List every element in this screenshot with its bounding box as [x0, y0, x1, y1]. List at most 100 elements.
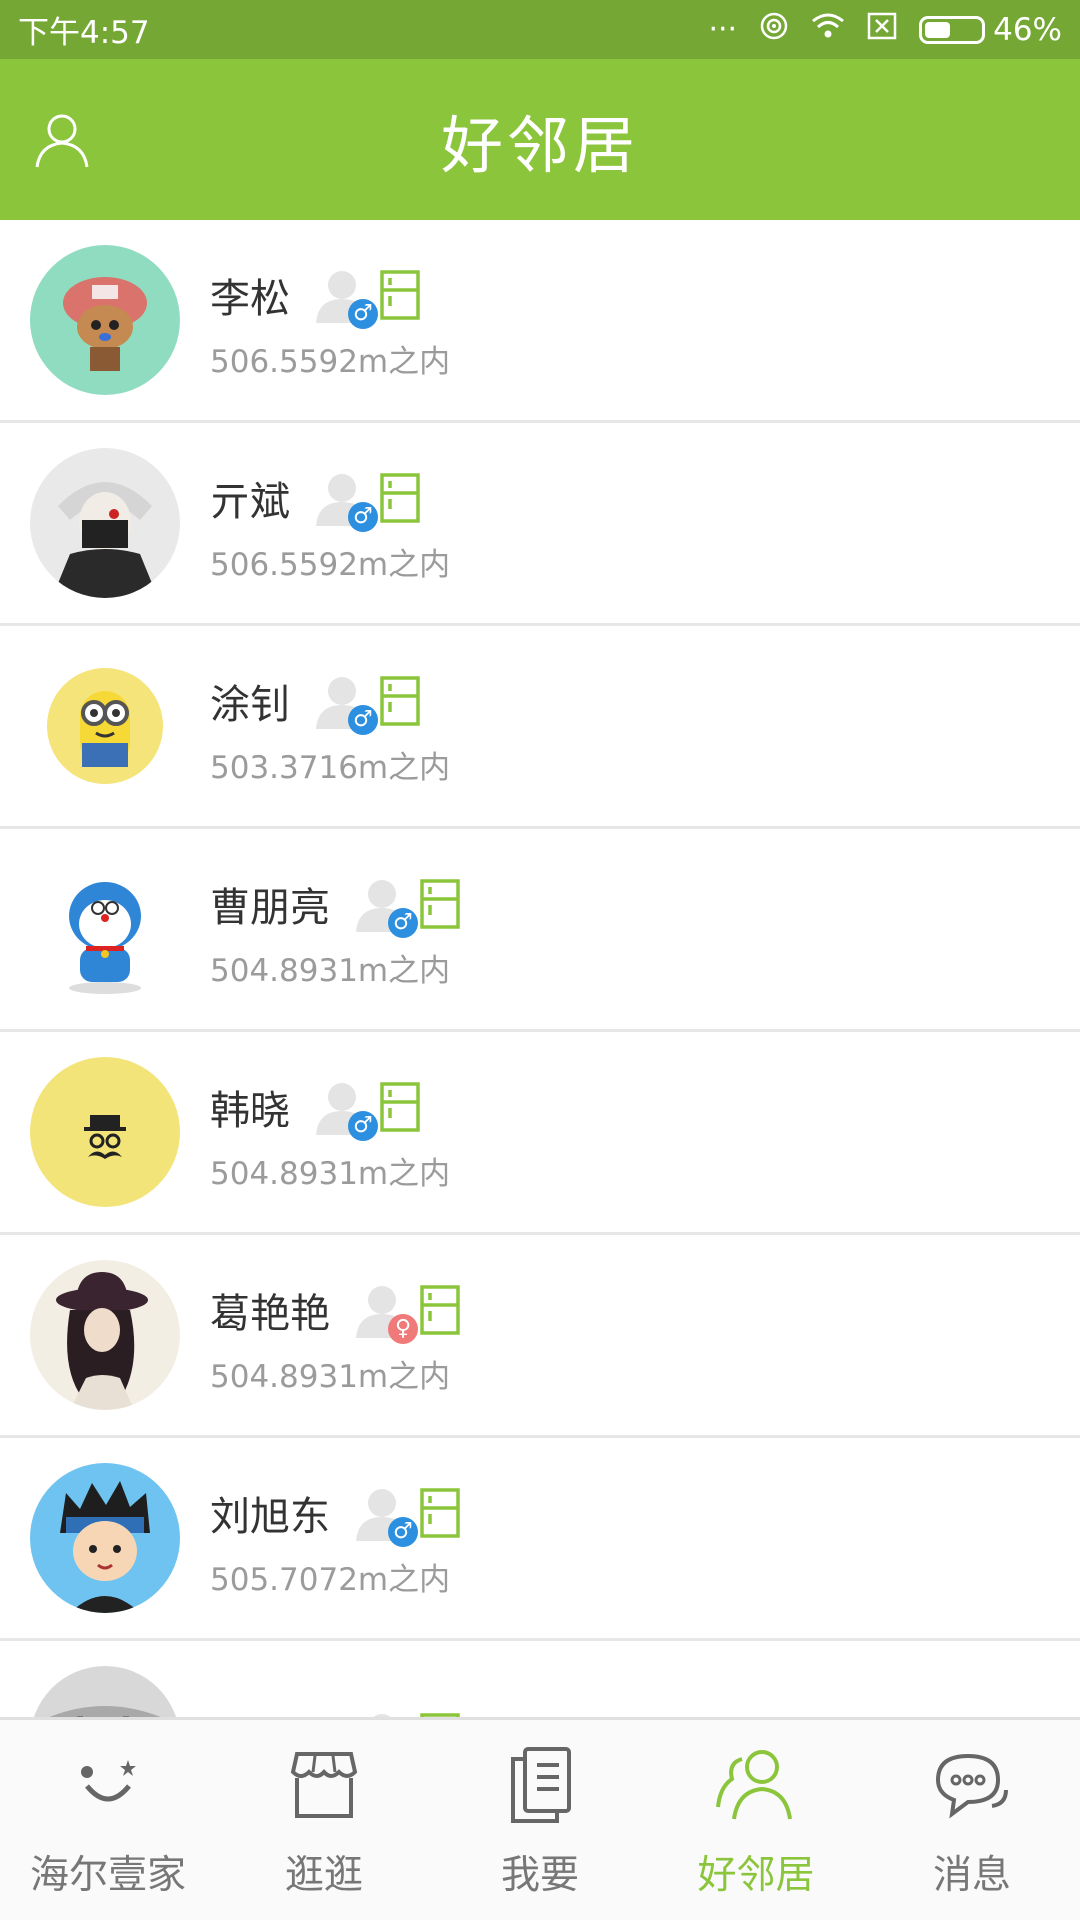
tab-haier-home[interactable]: 海尔壹家 [0, 1720, 216, 1920]
user-icon: ♂ [314, 1079, 378, 1141]
neighbor-info: 曹朋亮 ♂ 504.8931m之内 [210, 869, 460, 990]
tab-neighbors[interactable]: 好邻居 [648, 1720, 864, 1920]
neighbor-distance: 506.5592m之内 [210, 546, 451, 583]
neighbor-distance: 506.5592m之内 [210, 343, 451, 380]
tab-label: 逛逛 [284, 1853, 363, 1898]
avatar [30, 448, 180, 598]
neighbor-distance: 504.8931m之内 [210, 1155, 451, 1192]
battery-fill [925, 21, 950, 38]
name-line: 韩晓 ♂ [210, 1072, 450, 1142]
name-line: 亓斌 ♂ [210, 463, 450, 533]
fridge-icon [380, 269, 420, 320]
neighbor-name: 韩晓 [210, 1087, 290, 1134]
user-icon: ♂ [354, 1710, 410, 1717]
neighbor-name: 葛艳艳 [210, 1290, 330, 1337]
neighbor-row[interactable]: 凌日新 ♂ [0, 1641, 1080, 1717]
neighbor-info: 涂钊 ♂ 503.3716m之内 [210, 666, 450, 787]
no-sim-icon [867, 12, 897, 48]
tab-label: 好邻居 [697, 1853, 815, 1898]
avatar [30, 245, 180, 395]
fridge-icon [420, 1487, 460, 1538]
name-line: 刘旭东 ♂ [210, 1478, 460, 1548]
fridge-icon [380, 1081, 420, 1132]
status-icons: ··· 46% [708, 11, 1062, 49]
user-icon: ♂ [314, 673, 378, 735]
tab-request[interactable]: 我要 [432, 1720, 648, 1920]
battery-indicator: 46% [919, 12, 1062, 48]
tab-label: 我要 [500, 1853, 579, 1898]
battery-icon [919, 15, 986, 44]
neighbor-row[interactable]: 刘旭东 ♂ 505.7072m之内 [0, 1438, 1080, 1641]
neighbor-distance: 504.8931m之内 [210, 1358, 451, 1395]
profile-button[interactable] [22, 99, 102, 179]
wifi-icon [811, 12, 845, 48]
neighbor-name: 刘旭东 [210, 1493, 330, 1540]
neighbor-name: 李松 [210, 275, 290, 322]
app-header: 好邻居 [0, 59, 1080, 220]
status-time: 下午4:57 [18, 15, 150, 51]
document-icon [495, 1740, 585, 1830]
gender-icon: ♀ [388, 1313, 418, 1344]
neighbor-distance: 505.7072m之内 [210, 1561, 451, 1598]
avatar [30, 1057, 180, 1207]
neighbor-row[interactable]: 韩晓 ♂ 504.8931m之内 [0, 1032, 1080, 1235]
avatar [30, 854, 180, 1004]
hotspot-icon [759, 11, 789, 49]
neighbor-info: 凌日新 ♂ [210, 1703, 460, 1717]
name-line: 凌日新 ♂ [210, 1703, 460, 1717]
gender-icon: ♂ [388, 907, 418, 938]
avatar [30, 1463, 180, 1613]
gender-icon: ♂ [348, 1110, 378, 1141]
battery-percent: 46% [993, 11, 1062, 48]
tab-browse[interactable]: 逛逛 [216, 1720, 432, 1920]
neighbor-name: 亓斌 [210, 478, 290, 525]
user-icon: ♂ [314, 267, 378, 329]
gender-icon: ♂ [388, 1516, 418, 1547]
neighbor-row[interactable]: 葛艳艳 ♀ 504.8931m之内 [0, 1235, 1080, 1438]
name-line: 葛艳艳 ♀ [210, 1275, 460, 1345]
name-line: 曹朋亮 ♂ [210, 869, 460, 939]
page-title: 好邻居 [440, 108, 639, 182]
user-icon: ♂ [354, 1485, 418, 1547]
name-line: 李松 ♂ [210, 260, 450, 330]
bottom-nav: 海尔壹家 逛逛 我要 好邻居 消息 [0, 1717, 1080, 1920]
neighbor-distance: 503.3716m之内 [210, 749, 451, 786]
neighbor-name: 曹朋亮 [210, 884, 330, 931]
avatar [30, 1666, 180, 1717]
user-icon: ♀ [354, 1282, 418, 1344]
user-icon: ♂ [354, 876, 418, 938]
neighbor-list: 李松 ♂ 506.5592m之内 亓斌 ♂ 506.5592m之内 涂钊 ♂ 503.3716m… [0, 220, 1080, 1717]
gender-icon: ♂ [348, 501, 378, 532]
avatar [30, 1260, 180, 1410]
status-bar: 下午4:57 ··· 46% [0, 0, 1080, 59]
neighbor-info: 亓斌 ♂ 506.5592m之内 [210, 463, 450, 584]
tab-label: 海尔壹家 [29, 1853, 186, 1898]
neighbor-name: 凌日新 [210, 1709, 330, 1717]
smile-icon [63, 1740, 153, 1830]
neighbor-row[interactable]: 亓斌 ♂ 506.5592m之内 [0, 423, 1080, 626]
name-line: 涂钊 ♂ [210, 666, 450, 736]
neighbor-row[interactable]: 曹朋亮 ♂ 504.8931m之内 [0, 829, 1080, 1032]
neighbor-info: 李松 ♂ 506.5592m之内 [210, 260, 450, 381]
neighbor-info: 韩晓 ♂ 504.8931m之内 [210, 1072, 450, 1193]
neighbors-icon [711, 1740, 801, 1830]
neighbor-row[interactable]: 李松 ♂ 506.5592m之内 [0, 220, 1080, 423]
neighbor-row[interactable]: 涂钊 ♂ 503.3716m之内 [0, 626, 1080, 829]
screen: 下午4:57 ··· 46% 好邻居 李松 ♂ 506.5592m之内 亓斌 ♂… [0, 0, 1080, 1920]
fridge-icon [380, 472, 420, 523]
user-outline-icon [35, 114, 89, 168]
fridge-icon [380, 675, 420, 726]
user-icon: ♂ [314, 470, 378, 532]
tab-label: 消息 [932, 1853, 1011, 1898]
more-dots-icon: ··· [708, 11, 738, 47]
neighbor-info: 葛艳艳 ♀ 504.8931m之内 [210, 1275, 460, 1396]
shop-icon [279, 1740, 369, 1830]
message-icon [927, 1740, 1017, 1830]
tab-messages[interactable]: 消息 [864, 1720, 1080, 1920]
fridge-icon [420, 878, 460, 929]
neighbor-info: 刘旭东 ♂ 505.7072m之内 [210, 1478, 460, 1599]
gender-icon: ♂ [348, 704, 378, 735]
neighbor-distance: 504.8931m之内 [210, 952, 451, 989]
avatar [30, 651, 180, 801]
neighbor-name: 涂钊 [210, 681, 290, 728]
